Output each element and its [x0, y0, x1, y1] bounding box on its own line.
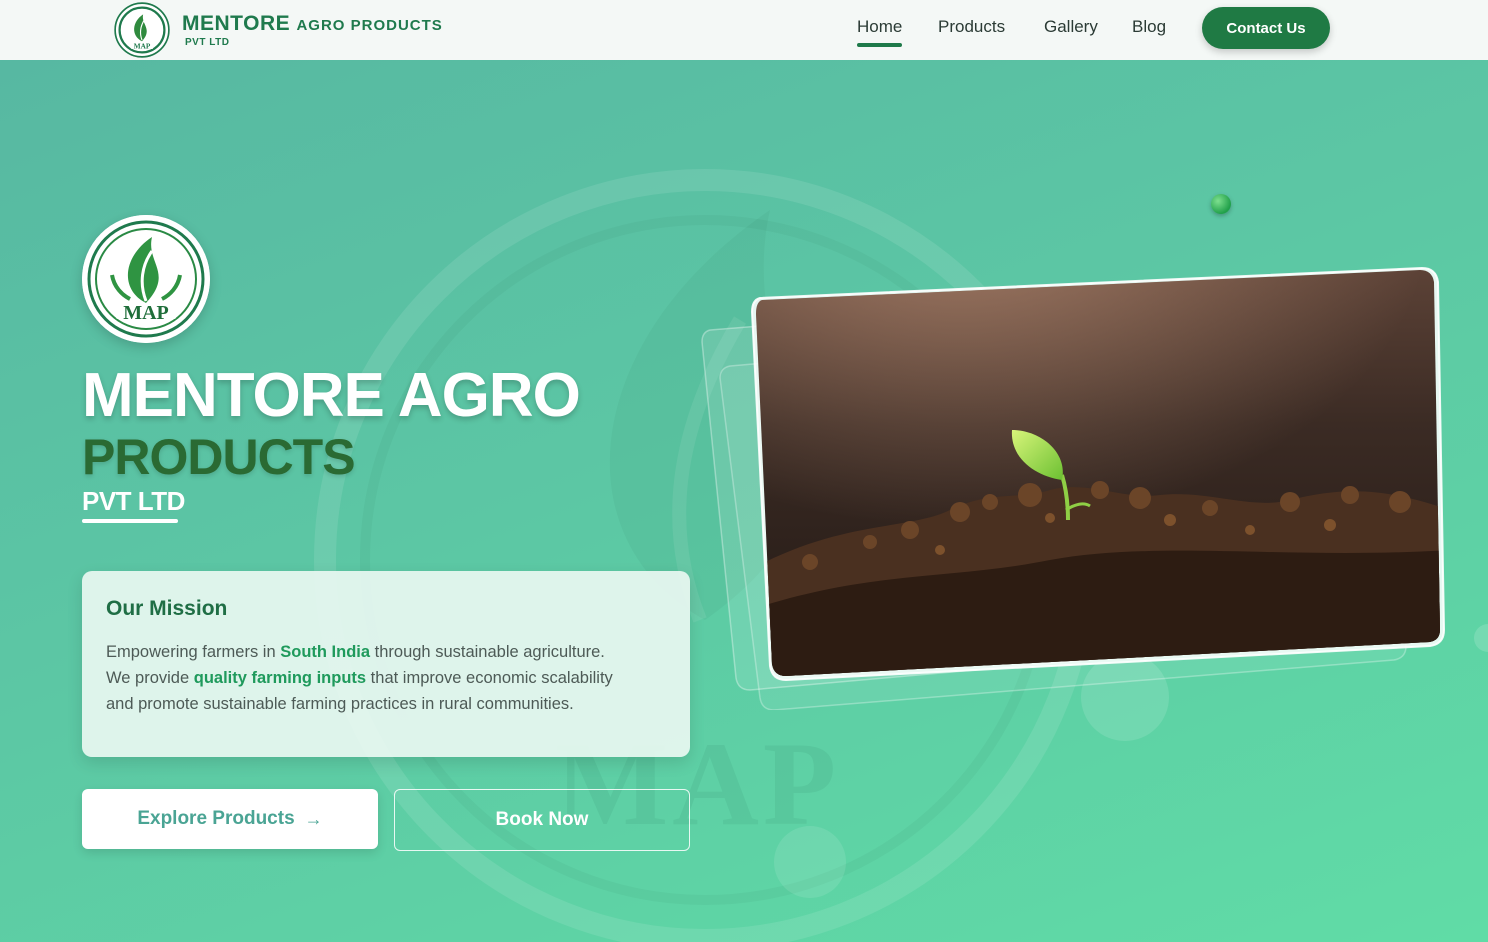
hero-title-line3: PVT LTD — [82, 486, 185, 516]
decorative-green-dot — [1211, 194, 1231, 214]
hero-image-stack — [701, 266, 1446, 710]
hero-section: MAP MAP MENTORE AGRO PRODUCTS PVT LTD Ou… — [0, 60, 1488, 942]
mission-text-part: We provide — [106, 669, 194, 687]
mission-highlight-south-india: South India — [280, 643, 371, 661]
hero-logo-text: MAP — [123, 302, 169, 324]
hero-title-line1: MENTORE AGRO — [82, 361, 581, 430]
navbar: MAP MENTORE AGRO PRODUCTS PVT LTD Home P… — [0, 0, 1488, 60]
hero-title-line2: PRODUCTS — [82, 429, 356, 485]
svg-text:MAP: MAP — [134, 42, 151, 50]
arrow-right-icon: → — [304, 808, 323, 829]
title-underline — [82, 519, 178, 523]
hero-logo-icon: MAP — [82, 215, 210, 343]
mission-text-part: that improve economic scalability — [366, 669, 613, 687]
brand-name-rest: AGRO PRODUCTS — [296, 16, 443, 34]
mission-text-part: Empowering farmers in — [106, 643, 281, 661]
explore-products-label: Explore Products — [137, 808, 295, 829]
nav-home[interactable]: Home — [857, 17, 903, 47]
mission-text-part: through sustainable agriculture. — [370, 643, 605, 661]
explore-products-button[interactable]: Explore Products → — [82, 789, 378, 849]
brand-logo-icon: MAP — [114, 2, 170, 58]
brand-name-main: MENTORE — [182, 11, 291, 35]
contact-us-button[interactable]: Contact Us — [1202, 7, 1330, 49]
book-now-button[interactable]: Book Now — [394, 789, 690, 851]
brand[interactable]: MAP MENTORE AGRO PRODUCTS PVT LTD — [114, 0, 443, 60]
nav-products[interactable]: Products — [938, 17, 1005, 37]
mission-highlight-quality-inputs: quality farming inputs — [193, 669, 367, 687]
mission-card: Our Mission Empowering farmers in South … — [82, 571, 690, 757]
brand-sub: PVT LTD — [185, 36, 230, 48]
mission-text: Empowering farmers in South India throug… — [106, 639, 676, 717]
mission-text-part: and promote sustainable farming practice… — [106, 695, 574, 713]
mission-title: Our Mission — [106, 597, 228, 620]
nav-blog[interactable]: Blog — [1132, 17, 1166, 37]
nav-gallery[interactable]: Gallery — [1044, 17, 1098, 37]
